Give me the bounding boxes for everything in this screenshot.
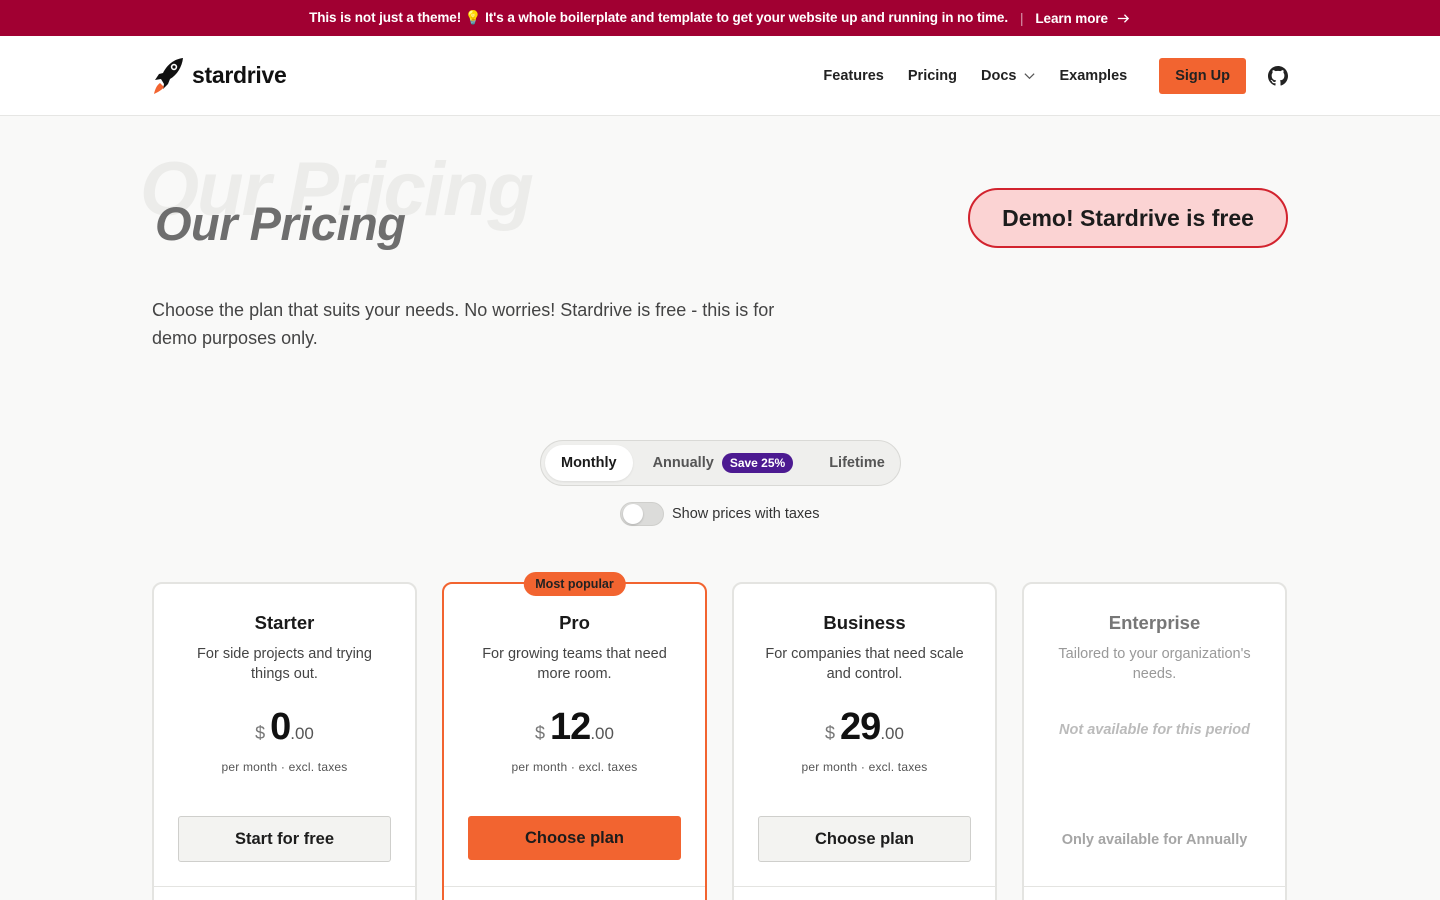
price-currency: $ [255,723,266,743]
learn-more-label: Learn more [1035,10,1108,26]
nav-features-label: Features [823,67,884,84]
price-cents: .00 [290,724,314,743]
plan-card-pro: Most popular Pro For growing teams that … [442,572,707,900]
sign-up-button[interactable]: Sign Up [1159,57,1246,94]
page-title: Our Pricing [155,197,406,250]
most-popular-badge: Most popular [523,572,626,596]
nav-docs[interactable]: Docs [981,68,1035,84]
price-currency: $ [535,723,546,743]
availability-note: Only available for Annually [1061,832,1248,848]
period-annually[interactable]: Annually Save 25% [653,445,794,481]
nav-docs-label: Docs [981,67,1017,84]
card-divider [1024,886,1285,887]
nav-pricing[interactable]: Pricing [908,68,957,84]
nav-features[interactable]: Features [823,68,883,84]
price-period: per month · excl. taxes [801,760,928,774]
tax-toggle-row: Show prices with taxes [620,502,819,526]
price-amount: 0 [270,706,291,748]
tax-toggle-knob [623,504,643,524]
price-cents: .00 [590,724,614,743]
learn-more-link[interactable]: Learn more [1035,11,1131,26]
card-divider [734,886,995,887]
plan-name: Pro [559,612,590,633]
plan-price: $ 12 .00 [444,706,705,748]
price-amount: 12 [550,706,591,748]
arrow-right-icon [1117,13,1130,23]
price-period: per month · excl. taxes [511,760,638,774]
main-nav: Features Pricing Docs Examples Sign Up [823,57,1288,94]
site-header: stardrive Features Pricing Docs Examples… [0,36,1440,116]
plan-card-starter: Starter For side projects and trying thi… [152,582,417,900]
tax-toggle-switch[interactable] [620,502,664,526]
price-period: per month · excl. taxes [221,760,348,774]
pricing-cards: Starter For side projects and trying thi… [152,572,1287,900]
page-subtitle: Choose the plan that suits your needs. N… [152,300,775,348]
rocket-icon [154,57,183,94]
plan-name: Enterprise [1108,612,1201,633]
banner-message: This is not just a theme! 💡 It's a whole… [309,10,1008,25]
nav-examples[interactable]: Examples [1060,68,1128,84]
unavailable-notice: Not available for this period [1059,722,1250,738]
plan-description: For side projects and trying things out. [197,646,372,682]
card-divider [154,886,415,887]
nav-pricing-label: Pricing [907,67,958,84]
card-divider [444,886,705,887]
plan-name: Starter [254,612,315,633]
brand-logo[interactable]: stardrive [152,56,287,96]
price-amount: 29 [840,706,881,748]
price-currency: $ [825,723,836,743]
plan-price: $ 0 .00 [154,706,415,748]
period-monthly[interactable]: Monthly [545,445,633,481]
plan-price: $ 29 .00 [734,706,995,748]
price-cents: .00 [880,724,904,743]
billing-period-toggle: Monthly Annually Save 25% Lifetime [540,440,901,486]
chevron-down-icon [1023,73,1035,80]
plan-description: For growing teams that need more room. [482,646,667,682]
plan-name: Business [823,612,906,633]
plan-description: For companies that need scale and contro… [765,646,964,682]
brand-name: stardrive [192,62,287,88]
github-icon [1268,65,1288,86]
nav-examples-label: Examples [1059,67,1128,84]
save-badge: Save 25% [721,453,794,473]
choose-plan-pro-button[interactable]: Choose plan [468,816,681,860]
period-annually-label: Annually [652,455,714,471]
demo-badge: Demo! Stardrive is free [968,188,1288,248]
announcement-banner: This is not just a theme! 💡 It's a whole… [0,0,1440,36]
pricing-hero: Our Pricing Our Pricing Demo! Stardrive … [0,116,1440,416]
choose-plan-business-button[interactable]: Choose plan [758,816,971,862]
plan-description: Tailored to your organization's needs. [1058,646,1251,682]
github-link[interactable] [1268,65,1288,86]
plan-card-enterprise: Enterprise Tailored to your organization… [1022,582,1287,900]
tax-toggle-label: Show prices with taxes [672,506,820,522]
banner-separator: | [1019,10,1024,26]
plan-card-business: Business For companies that need scale a… [732,582,997,900]
period-lifetime[interactable]: Lifetime [829,445,885,481]
start-for-free-button[interactable]: Start for free [178,816,391,862]
